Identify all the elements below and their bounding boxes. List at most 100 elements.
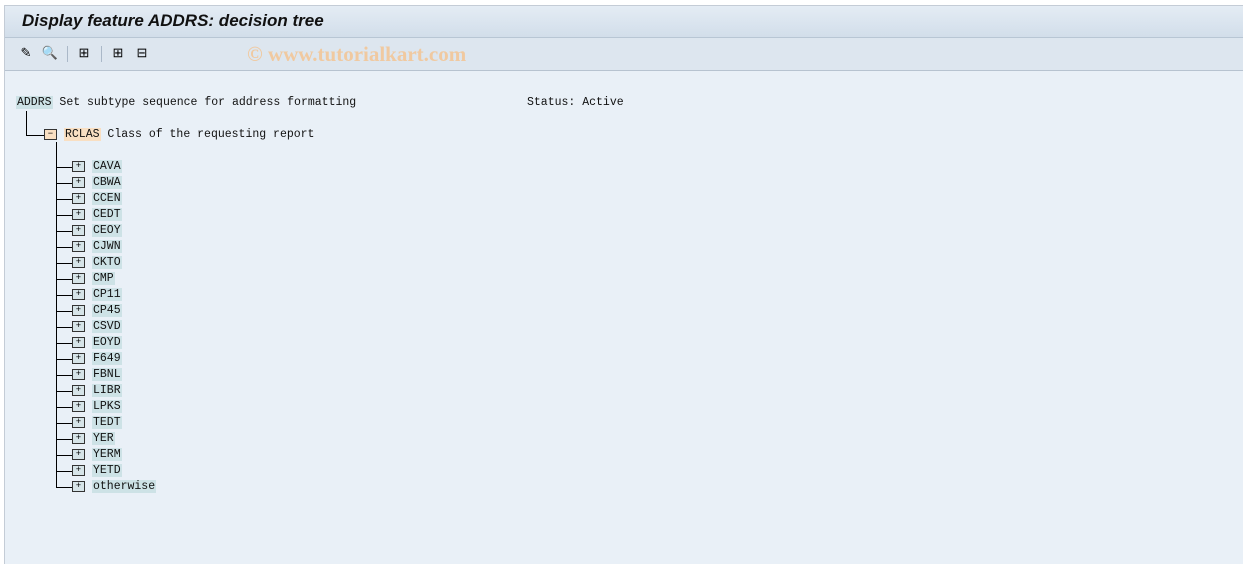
root-node[interactable]: ADDRS Set subtype sequence for address f… xyxy=(16,96,356,110)
tree-line xyxy=(56,327,72,328)
expand-all-button[interactable]: ⊞ xyxy=(109,45,127,63)
tree-node[interactable]: CEOY xyxy=(92,224,122,238)
folder-closed-icon[interactable]: + xyxy=(72,305,85,316)
node-key: YER xyxy=(92,432,115,445)
tree-node[interactable]: LIBR xyxy=(92,384,122,398)
folder-closed-icon[interactable]: + xyxy=(72,417,85,428)
folder-closed-icon[interactable]: + xyxy=(72,209,85,220)
tree-node[interactable]: FBNL xyxy=(92,368,122,382)
folder-closed-icon[interactable]: + xyxy=(72,465,85,476)
level1-text: Class of the requesting report xyxy=(107,128,315,141)
node-key: CSVD xyxy=(92,320,122,333)
hierarchy-icon: ⊞ xyxy=(78,46,90,61)
folder-open-icon[interactable]: − xyxy=(44,129,57,140)
root-key: ADDRS xyxy=(16,96,53,109)
title-bar: Display feature ADDRS: decision tree xyxy=(5,6,1243,38)
node-key: CEOY xyxy=(92,224,122,237)
toolbar-separator xyxy=(101,46,102,62)
tree-node[interactable]: CAVA xyxy=(92,160,122,174)
tree-line xyxy=(56,295,72,296)
tree-line xyxy=(56,247,72,248)
find-button[interactable]: 🔍 xyxy=(41,45,59,63)
change-display-button[interactable]: ✎ xyxy=(17,45,35,63)
tree-line xyxy=(56,439,72,440)
level1-node[interactable]: RCLAS Class of the requesting report xyxy=(64,128,314,142)
tree-line xyxy=(56,407,72,408)
root-text: Set subtype sequence for address formatt… xyxy=(59,96,357,109)
tree-line xyxy=(56,263,72,264)
tree-node[interactable]: CJWN xyxy=(92,240,122,254)
tree-node[interactable]: YETD xyxy=(92,464,122,478)
tree-node[interactable]: otherwise xyxy=(92,480,157,494)
node-key: CP45 xyxy=(92,304,122,317)
node-key: F649 xyxy=(92,352,122,365)
folder-closed-icon[interactable]: + xyxy=(72,369,85,380)
folder-closed-icon[interactable]: + xyxy=(72,161,85,172)
node-key: CKTO xyxy=(92,256,122,269)
pencil-glasses-icon: ✎ xyxy=(20,46,32,61)
expand-icon: ⊞ xyxy=(112,46,124,61)
node-key: CAVA xyxy=(92,160,122,173)
tree-node[interactable]: CP11 xyxy=(92,288,122,302)
folder-closed-icon[interactable]: + xyxy=(72,385,85,396)
status-text: Status: Active xyxy=(527,96,624,109)
node-key: YERM xyxy=(92,448,122,461)
toolbar-separator xyxy=(67,46,68,62)
tree-node[interactable]: CEDT xyxy=(92,208,122,222)
node-key: LIBR xyxy=(92,384,122,397)
node-key: CBWA xyxy=(92,176,122,189)
folder-closed-icon[interactable]: + xyxy=(72,353,85,364)
tree-line xyxy=(56,471,72,472)
folder-closed-icon[interactable]: + xyxy=(72,241,85,252)
tree-node[interactable]: TEDT xyxy=(92,416,122,430)
tree-node[interactable]: YERM xyxy=(92,448,122,462)
node-key: YETD xyxy=(92,464,122,477)
collapse-all-button[interactable]: ⊟ xyxy=(133,45,151,63)
node-key: EOYD xyxy=(92,336,122,349)
node-key: LPKS xyxy=(92,400,122,413)
page-title: Display feature ADDRS: decision tree xyxy=(22,11,324,30)
folder-closed-icon[interactable]: + xyxy=(72,481,85,492)
tree-line xyxy=(56,391,72,392)
tree-line xyxy=(56,487,72,488)
application-toolbar: © www.tutorialkart.com ✎ 🔍 ⊞ ⊞ ⊟ xyxy=(5,38,1243,71)
tree-line xyxy=(56,183,72,184)
tree-line xyxy=(56,199,72,200)
folder-closed-icon[interactable]: + xyxy=(72,225,85,236)
tree-node[interactable]: EOYD xyxy=(92,336,122,350)
tree-node[interactable]: CP45 xyxy=(92,304,122,318)
tree-line xyxy=(56,423,72,424)
folder-closed-icon[interactable]: + xyxy=(72,433,85,444)
tree-node[interactable]: CCEN xyxy=(92,192,122,206)
tree-node[interactable]: CMP xyxy=(92,272,115,286)
folder-closed-icon[interactable]: + xyxy=(72,177,85,188)
tree-node[interactable]: F649 xyxy=(92,352,122,366)
folder-closed-icon[interactable]: + xyxy=(72,257,85,268)
tree-node[interactable]: CBWA xyxy=(92,176,122,190)
folder-closed-icon[interactable]: + xyxy=(72,193,85,204)
folder-closed-icon[interactable]: + xyxy=(72,321,85,332)
node-key: TEDT xyxy=(92,416,122,429)
folder-closed-icon[interactable]: + xyxy=(72,337,85,348)
node-key: CMP xyxy=(92,272,115,285)
sap-window: Display feature ADDRS: decision tree © w… xyxy=(4,5,1243,564)
tree-node[interactable]: CSVD xyxy=(92,320,122,334)
tree-line xyxy=(56,279,72,280)
tree-node[interactable]: LPKS xyxy=(92,400,122,414)
tree-line xyxy=(56,359,72,360)
folder-closed-icon[interactable]: + xyxy=(72,273,85,284)
tree-line xyxy=(26,135,44,136)
tree-line xyxy=(56,311,72,312)
tree-line xyxy=(26,111,27,135)
tree-line xyxy=(56,343,72,344)
structure-button[interactable]: ⊞ xyxy=(75,45,93,63)
tree-node[interactable]: YER xyxy=(92,432,115,446)
tree-node[interactable]: CKTO xyxy=(92,256,122,270)
folder-closed-icon[interactable]: + xyxy=(72,401,85,412)
tree-line xyxy=(56,455,72,456)
level1-key: RCLAS xyxy=(64,128,101,141)
tree-line xyxy=(56,142,57,487)
folder-closed-icon[interactable]: + xyxy=(72,449,85,460)
folder-closed-icon[interactable]: + xyxy=(72,289,85,300)
node-key: CP11 xyxy=(92,288,122,301)
